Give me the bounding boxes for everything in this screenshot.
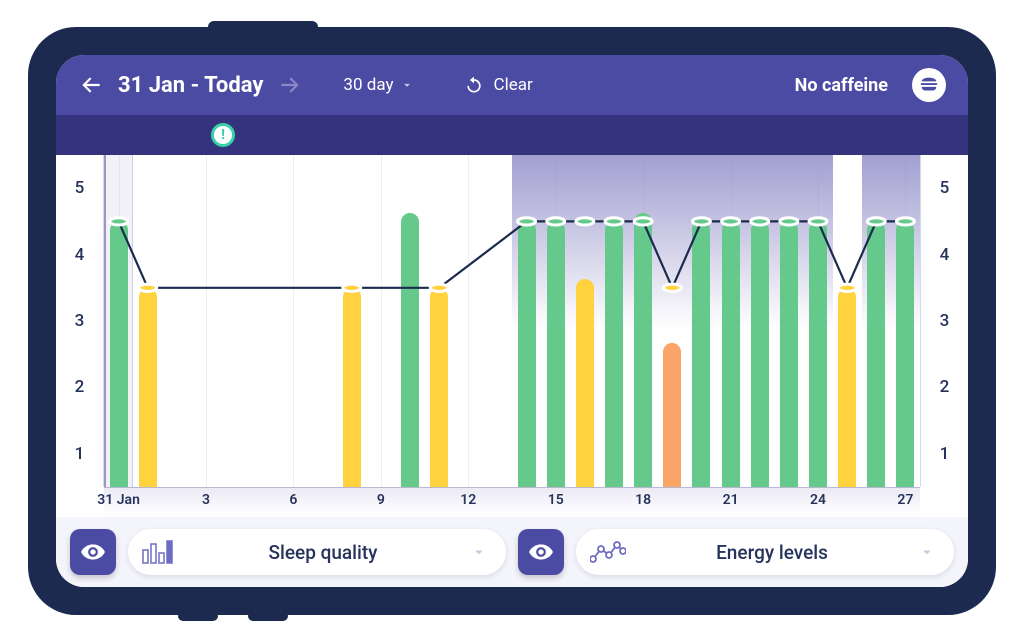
y-axis-left: 5 4 3 2 1: [56, 155, 104, 487]
y-tick: 4: [56, 221, 103, 287]
prev-arrow-icon[interactable]: [78, 72, 104, 98]
data-point[interactable]: [780, 218, 798, 225]
metric-right-label: Energy levels: [640, 541, 904, 564]
x-tick: 3: [202, 492, 210, 508]
data-point[interactable]: [605, 218, 623, 225]
x-axis: 31 Jan369121518212427: [104, 487, 920, 517]
eye-icon: [80, 539, 106, 565]
y-tick: 4: [921, 221, 968, 287]
y-tick: 1: [921, 421, 968, 487]
y-axis-right: 5 4 3 2 1: [920, 155, 968, 487]
y-tick: 5: [56, 155, 103, 221]
date-range-label: 31 Jan - Today: [118, 73, 263, 98]
metric-selector-left[interactable]: Sleep quality: [128, 529, 506, 575]
data-point[interactable]: [139, 284, 157, 291]
toggle-visibility-left[interactable]: [70, 529, 116, 575]
data-point[interactable]: [809, 218, 827, 225]
range-selector-label: 30 day: [343, 75, 393, 95]
y-tick: 2: [56, 354, 103, 420]
data-point[interactable]: [663, 284, 681, 291]
burger-icon: [918, 74, 940, 96]
topbar: 31 Jan - Today 30 day Clear No caffeine: [56, 55, 968, 115]
x-tick: 9: [377, 492, 385, 508]
data-point[interactable]: [692, 218, 710, 225]
y-tick: 1: [56, 421, 103, 487]
reset-icon: [464, 75, 484, 95]
data-point[interactable]: [343, 284, 361, 291]
x-tick: 27: [897, 492, 913, 508]
chevron-down-icon: [918, 543, 936, 561]
data-point[interactable]: [110, 218, 128, 225]
data-point[interactable]: [576, 218, 594, 225]
bar-chart-icon: [142, 540, 176, 564]
data-point[interactable]: [751, 218, 769, 225]
clear-button[interactable]: Clear: [464, 75, 533, 95]
tag-badge[interactable]: [912, 68, 946, 102]
tablet-frame: 31 Jan - Today 30 day Clear No caffeine …: [28, 27, 996, 615]
data-point[interactable]: [838, 284, 856, 291]
chevron-down-icon: [470, 543, 488, 561]
x-tick: 6: [289, 492, 297, 508]
line-chart-icon: [590, 541, 626, 563]
eye-icon: [528, 539, 554, 565]
annotation-row: !: [56, 115, 968, 155]
y-tick: 5: [921, 155, 968, 221]
x-tick: 15: [548, 492, 564, 508]
chevron-down-icon: [400, 78, 414, 92]
screen: 31 Jan - Today 30 day Clear No caffeine …: [56, 55, 968, 587]
metric-left-label: Sleep quality: [190, 541, 456, 564]
data-point[interactable]: [430, 284, 448, 291]
x-tick: 18: [635, 492, 651, 508]
data-point[interactable]: [518, 218, 536, 225]
range-selector[interactable]: 30 day: [343, 75, 413, 95]
x-tick: 21: [723, 492, 739, 508]
y-tick: 3: [56, 288, 103, 354]
x-tick: 31 Jan: [97, 492, 140, 508]
y-tick: 3: [921, 288, 968, 354]
data-point[interactable]: [547, 218, 565, 225]
data-point[interactable]: [722, 218, 740, 225]
next-arrow-icon[interactable]: [277, 72, 303, 98]
y-tick: 2: [921, 354, 968, 420]
data-point[interactable]: [634, 218, 652, 225]
x-tick: 12: [460, 492, 476, 508]
active-tag-label: No caffeine: [795, 75, 888, 96]
chart[interactable]: 5 4 3 2 1 5 4 3 2 1 31 Jan36912151821242: [56, 155, 968, 517]
x-tick: 24: [810, 492, 826, 508]
clear-button-label: Clear: [494, 75, 533, 95]
metric-selector-right[interactable]: Energy levels: [576, 529, 954, 575]
data-point[interactable]: [896, 218, 914, 225]
annotation-marker-icon[interactable]: !: [211, 123, 235, 147]
bottom-controls: Sleep quality Energy levels: [56, 517, 968, 587]
data-point[interactable]: [867, 218, 885, 225]
toggle-visibility-right[interactable]: [518, 529, 564, 575]
chart-plot-area: [104, 155, 920, 487]
